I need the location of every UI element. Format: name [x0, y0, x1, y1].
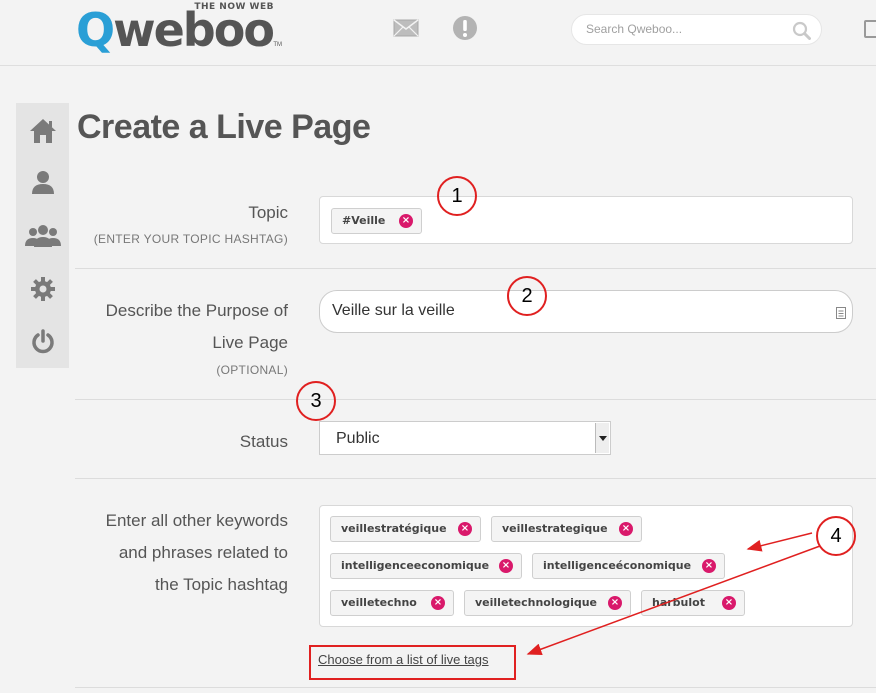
annotation-arrows [526, 532, 821, 655]
annotation-arrow-to-keywords [746, 532, 813, 552]
annotation-arrow-to-link [526, 545, 821, 655]
